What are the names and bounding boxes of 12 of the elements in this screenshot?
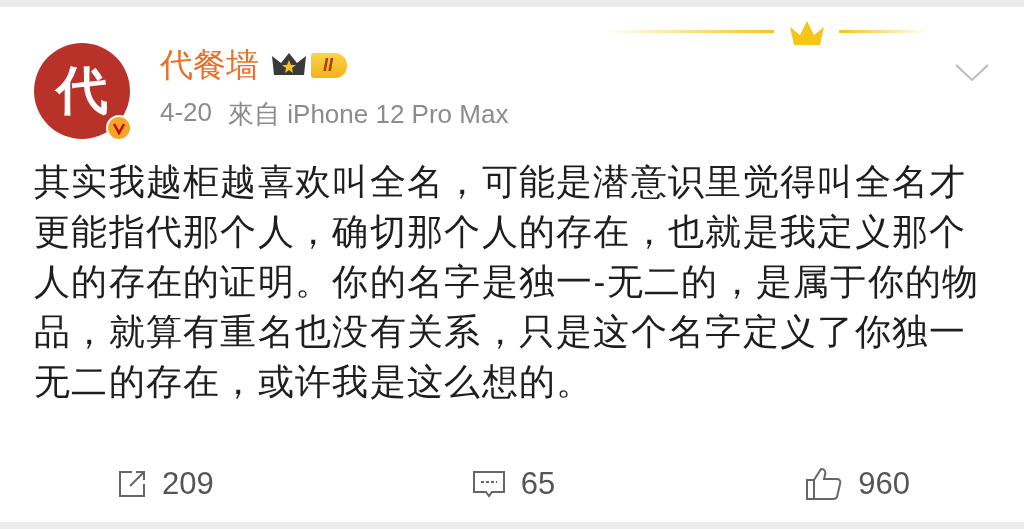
post-date: 4-20	[160, 97, 213, 129]
action-button[interactable]: 960	[645, 466, 1024, 502]
action-button[interactable]: 209	[0, 466, 381, 502]
chevron-down-icon[interactable]	[954, 63, 990, 83]
level-badge: II	[311, 52, 347, 78]
post-source: 來自 iPhone 12 Pro Max	[228, 98, 509, 131]
post-text: 其实我越柜越喜欢叫全名，可能是潜意识里觉得叫全名才更能指代那个人，确切那个人的存在，也就是我定义那个人的存在的证明。你的名字是独一-无二的，是属于你的物品，就算有重名也没有关系，只是这个名字定义了你独一无二的存在，或许我是这么想的。	[34, 161, 981, 404]
comment-icon	[470, 468, 507, 500]
avatar-text: 代	[56, 60, 108, 121]
avatar[interactable]: 代	[34, 43, 130, 139]
share-icon	[116, 468, 148, 500]
action-button[interactable]: 65	[380, 466, 646, 502]
